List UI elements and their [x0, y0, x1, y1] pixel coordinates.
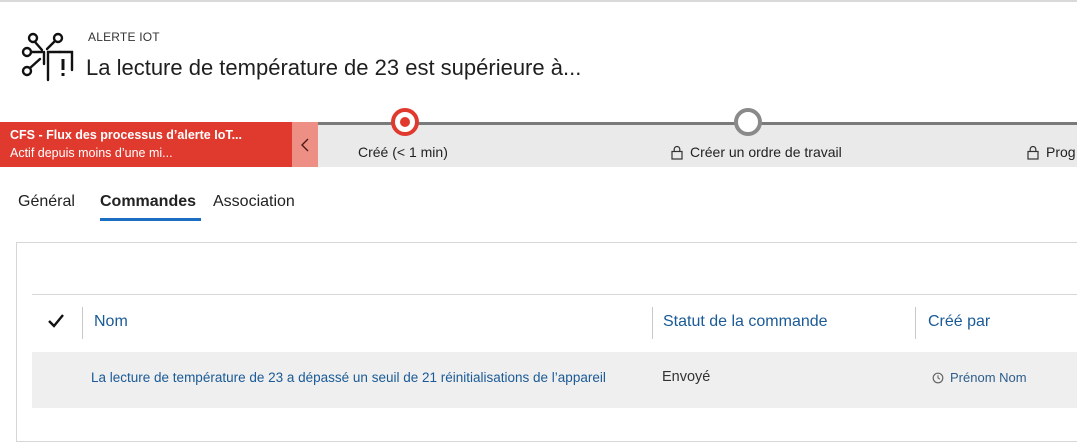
checkmark-icon[interactable]: [45, 310, 67, 332]
stage-label: Créé (< 1 min): [358, 144, 448, 160]
column-separator: [82, 307, 83, 339]
stage-create-work-order[interactable]: Créer un ordre de travail: [670, 144, 842, 160]
tab-general[interactable]: Général: [18, 193, 75, 211]
command-status: Envoyé: [662, 369, 711, 385]
entity-type-label: ALERTE IOT: [88, 30, 160, 44]
tab-association[interactable]: Association: [213, 193, 295, 211]
grid-divider: [32, 294, 1077, 295]
column-header-name[interactable]: Nom: [94, 313, 128, 331]
process-status: Actif depuis moins d’une mi...: [10, 146, 173, 160]
clock-icon: [932, 372, 944, 383]
created-by-name: Prénom Nom: [950, 370, 1027, 385]
collapse-process-button[interactable]: [292, 122, 318, 167]
process-track: [318, 122, 1077, 125]
lock-icon: [1027, 145, 1039, 160]
process-name: CFS - Flux des processus d’alerte IoT...: [10, 128, 243, 142]
command-name-link[interactable]: La lecture de température de 23 a dépass…: [91, 370, 606, 385]
process-card[interactable]: CFS - Flux des processus d’alerte IoT...…: [0, 122, 292, 167]
business-process-flow: CFS - Flux des processus d’alerte IoT...…: [0, 108, 1077, 167]
stage-progress[interactable]: Prog: [1026, 144, 1076, 160]
stage-created[interactable]: Créé (< 1 min): [358, 144, 448, 160]
record-title: La lecture de température de 23 est supé…: [86, 55, 582, 80]
stage-label: Prog: [1046, 144, 1076, 160]
column-separator: [652, 307, 653, 339]
top-divider: [0, 0, 1077, 2]
stage-node-active[interactable]: [391, 108, 419, 136]
stage-node-next[interactable]: [734, 108, 762, 136]
column-header-status[interactable]: Statut de la commande: [663, 313, 828, 331]
iot-alert-icon: [21, 32, 74, 82]
lock-icon: [671, 145, 683, 160]
commands-panel: [16, 242, 1077, 442]
active-tab-indicator: [100, 218, 201, 221]
column-header-created-by[interactable]: Créé par: [928, 313, 990, 331]
created-by-link[interactable]: Prénom Nom: [932, 370, 1027, 385]
chevron-left-icon: [301, 138, 309, 151]
stage-label: Créer un ordre de travail: [690, 144, 842, 160]
tab-commandes[interactable]: Commandes: [100, 193, 196, 211]
column-separator: [915, 307, 916, 339]
